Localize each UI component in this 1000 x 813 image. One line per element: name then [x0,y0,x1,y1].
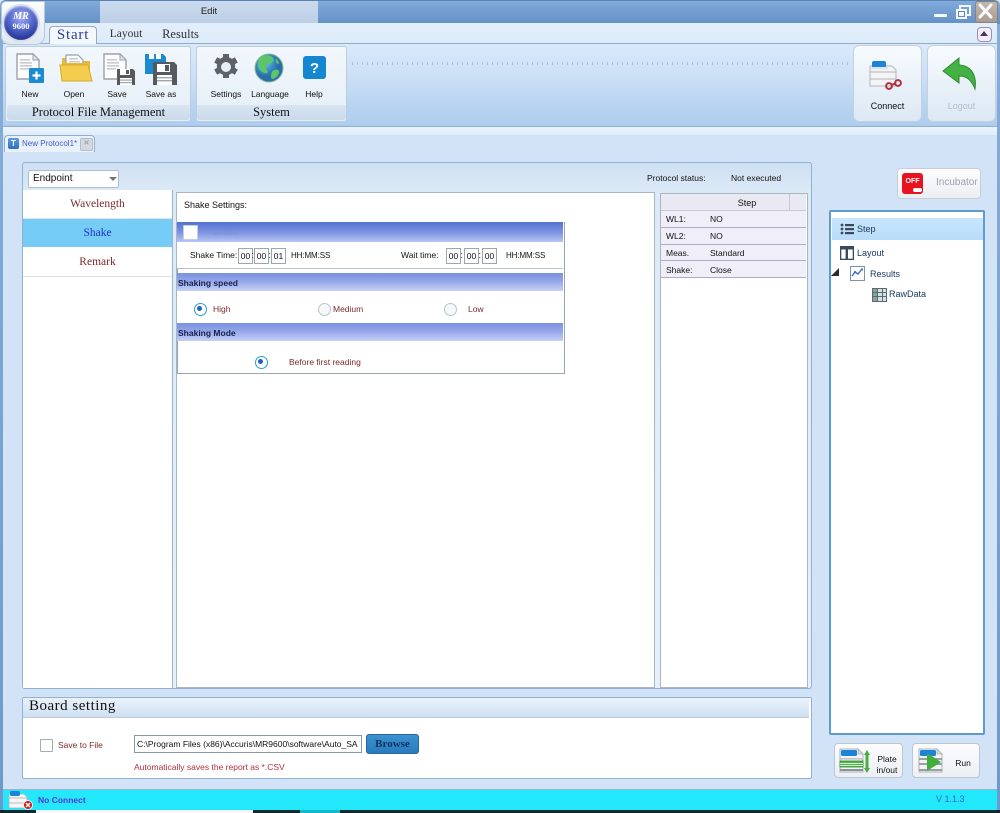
svg-text:?: ? [310,60,319,77]
